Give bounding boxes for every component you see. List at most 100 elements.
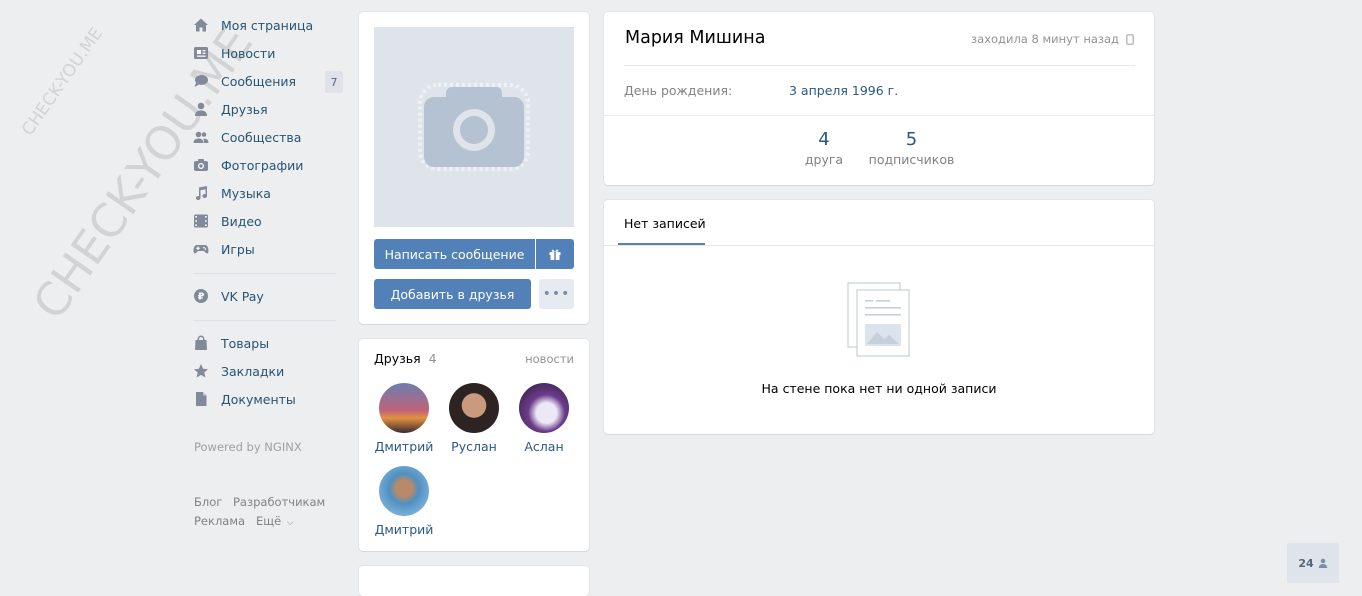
friend-item[interactable]: Аслан <box>509 383 579 454</box>
sidebar-item-label: Игры <box>221 241 255 257</box>
friends-header[interactable]: Друзья 4 <box>374 351 437 366</box>
friend-item[interactable]: Руслан <box>439 383 509 454</box>
write-message-button[interactable]: Написать сообщение <box>374 239 535 269</box>
sidebar-item-label: Друзья <box>221 101 268 117</box>
groups-icon <box>193 129 209 145</box>
sidebar-item-bookmarks[interactable]: Закладки <box>193 357 343 385</box>
sidebar-item-label: Сообщества <box>221 129 302 145</box>
last-seen-text: заходила 8 минут назад <box>971 32 1119 46</box>
send-gift-button[interactable] <box>536 239 574 269</box>
gamepad-icon <box>193 241 209 257</box>
messages-count-badge: 7 <box>325 71 343 93</box>
mobile-phone-icon <box>1126 33 1134 45</box>
counter-value: 4 <box>818 129 830 150</box>
profile-name: Мария Мишина <box>625 28 766 48</box>
friends-card: Друзья 4 новости Дмитрий Руслан Аслан Дм… <box>359 339 589 551</box>
empty-wall-text: На стене пока нет ни одной записи <box>761 381 997 396</box>
wall-card: Нет записей На стене пока нет ни одной з… <box>604 200 1154 434</box>
sidebar-item-label: Товары <box>221 335 270 351</box>
friend-name: Руслан <box>451 439 497 454</box>
sidebar-item-vkpay[interactable]: ₽ VK Pay <box>193 282 343 310</box>
friend-name: Аслан <box>524 439 564 454</box>
tabs-divider <box>604 245 1154 246</box>
next-block-card <box>359 566 589 596</box>
sidebar-item-label: Документы <box>221 391 296 407</box>
footer-more-label: Ещё <box>256 514 282 528</box>
tab-no-posts[interactable]: Нет записей <box>624 216 706 231</box>
add-friend-button[interactable]: Добавить в друзья <box>374 279 531 309</box>
document-icon <box>193 391 209 407</box>
watermark-small: CHECK-YOU.ME <box>18 24 108 140</box>
friends-updates-link[interactable]: новости <box>525 352 574 366</box>
friends-title: Друзья <box>374 351 421 366</box>
friend-avatar <box>519 383 569 433</box>
sidebar-item-label: Фотографии <box>221 157 304 173</box>
footer-link-developers[interactable]: Разработчикам <box>233 495 325 509</box>
sidebar-item-label: Новости <box>221 45 276 61</box>
camera-icon <box>418 83 530 171</box>
sidebar-item-video[interactable]: Видео <box>193 207 343 235</box>
friend-avatar <box>379 466 429 516</box>
friend-avatar <box>379 383 429 433</box>
counter-followers[interactable]: 5 подписчиков <box>864 129 959 167</box>
sidebar-item-documents[interactable]: Документы <box>193 385 343 413</box>
sidebar-item-music[interactable]: Музыка <box>193 179 343 207</box>
counter-label: подписчиков <box>868 152 955 167</box>
friend-name: Дмитрий <box>374 522 434 537</box>
friend-avatar <box>449 383 499 433</box>
footer-link-more[interactable]: Ещё ⌵ <box>256 514 294 528</box>
sidebar-item-my-page[interactable]: Моя страница <box>193 11 343 39</box>
sidebar-item-messages[interactable]: Сообщения 7 <box>193 67 343 95</box>
messages-icon <box>193 73 209 89</box>
profile-photo-placeholder[interactable] <box>374 27 574 227</box>
sidebar-item-label: Сообщения <box>221 73 297 89</box>
sidebar-item-groups[interactable]: Сообщества <box>193 123 343 151</box>
friend-name: Дмитрий <box>374 439 434 454</box>
sidebar-item-label: Моя страница <box>221 17 314 33</box>
sidebar-divider <box>193 320 336 321</box>
counter-value: 5 <box>905 129 918 150</box>
more-actions-button[interactable]: ••• <box>539 279 574 309</box>
birthday-label: День рождения: <box>624 83 733 98</box>
sidebar-item-friends[interactable]: Друзья <box>193 95 343 123</box>
online-friends-widget[interactable]: 24 <box>1287 543 1339 583</box>
sidebar-item-label: Видео <box>221 213 262 229</box>
friend-item[interactable]: Дмитрий <box>369 383 439 454</box>
counters-divider <box>604 115 1154 116</box>
home-icon <box>193 17 209 33</box>
vkpay-icon: ₽ <box>193 288 209 304</box>
sidebar-item-news[interactable]: Новости <box>193 39 343 67</box>
header-divider <box>624 65 1135 66</box>
news-icon <box>193 45 209 61</box>
birthday-value[interactable]: 3 апреля 1996 г. <box>789 83 898 98</box>
shopping-bag-icon <box>193 335 209 351</box>
friend-item[interactable]: Дмитрий <box>369 466 439 537</box>
footer-link-ads[interactable]: Реклама <box>194 514 245 528</box>
profile-info-card: Мария Мишина заходила 8 минут назад День… <box>604 12 1154 185</box>
more-dots-icon: ••• <box>542 286 571 302</box>
sidebar-divider <box>193 273 336 274</box>
last-seen-status: заходила 8 минут назад <box>971 32 1134 46</box>
counter-friends[interactable]: 4 друга <box>794 129 854 167</box>
gift-icon <box>549 249 561 260</box>
friends-icon <box>193 101 209 117</box>
empty-wall-icon <box>847 282 910 357</box>
sidebar-item-goods[interactable]: Товары <box>193 329 343 357</box>
powered-by-text: Powered by NGINX <box>194 440 302 454</box>
camera-icon <box>193 157 209 173</box>
video-icon <box>193 213 209 229</box>
counter-label: друга <box>804 152 844 167</box>
friends-count: 4 <box>428 351 437 366</box>
footer-link-blog[interactable]: Блог <box>194 495 222 509</box>
profile-photo-card: Написать сообщение Добавить в друзья ••• <box>359 12 589 324</box>
sidebar-item-label: Закладки <box>221 363 285 379</box>
online-count: 24 <box>1298 556 1314 570</box>
music-icon <box>193 185 209 201</box>
sidebar-item-label: VK Pay <box>221 288 264 304</box>
chevron-down-icon: ⌵ <box>286 518 294 528</box>
sidebar-item-games[interactable]: Игры <box>193 235 343 263</box>
sidebar-item-label: Музыка <box>221 185 271 201</box>
sidebar-item-photos[interactable]: Фотографии <box>193 151 343 179</box>
svg-text:₽: ₽ <box>198 292 205 303</box>
user-icon <box>1318 558 1327 568</box>
